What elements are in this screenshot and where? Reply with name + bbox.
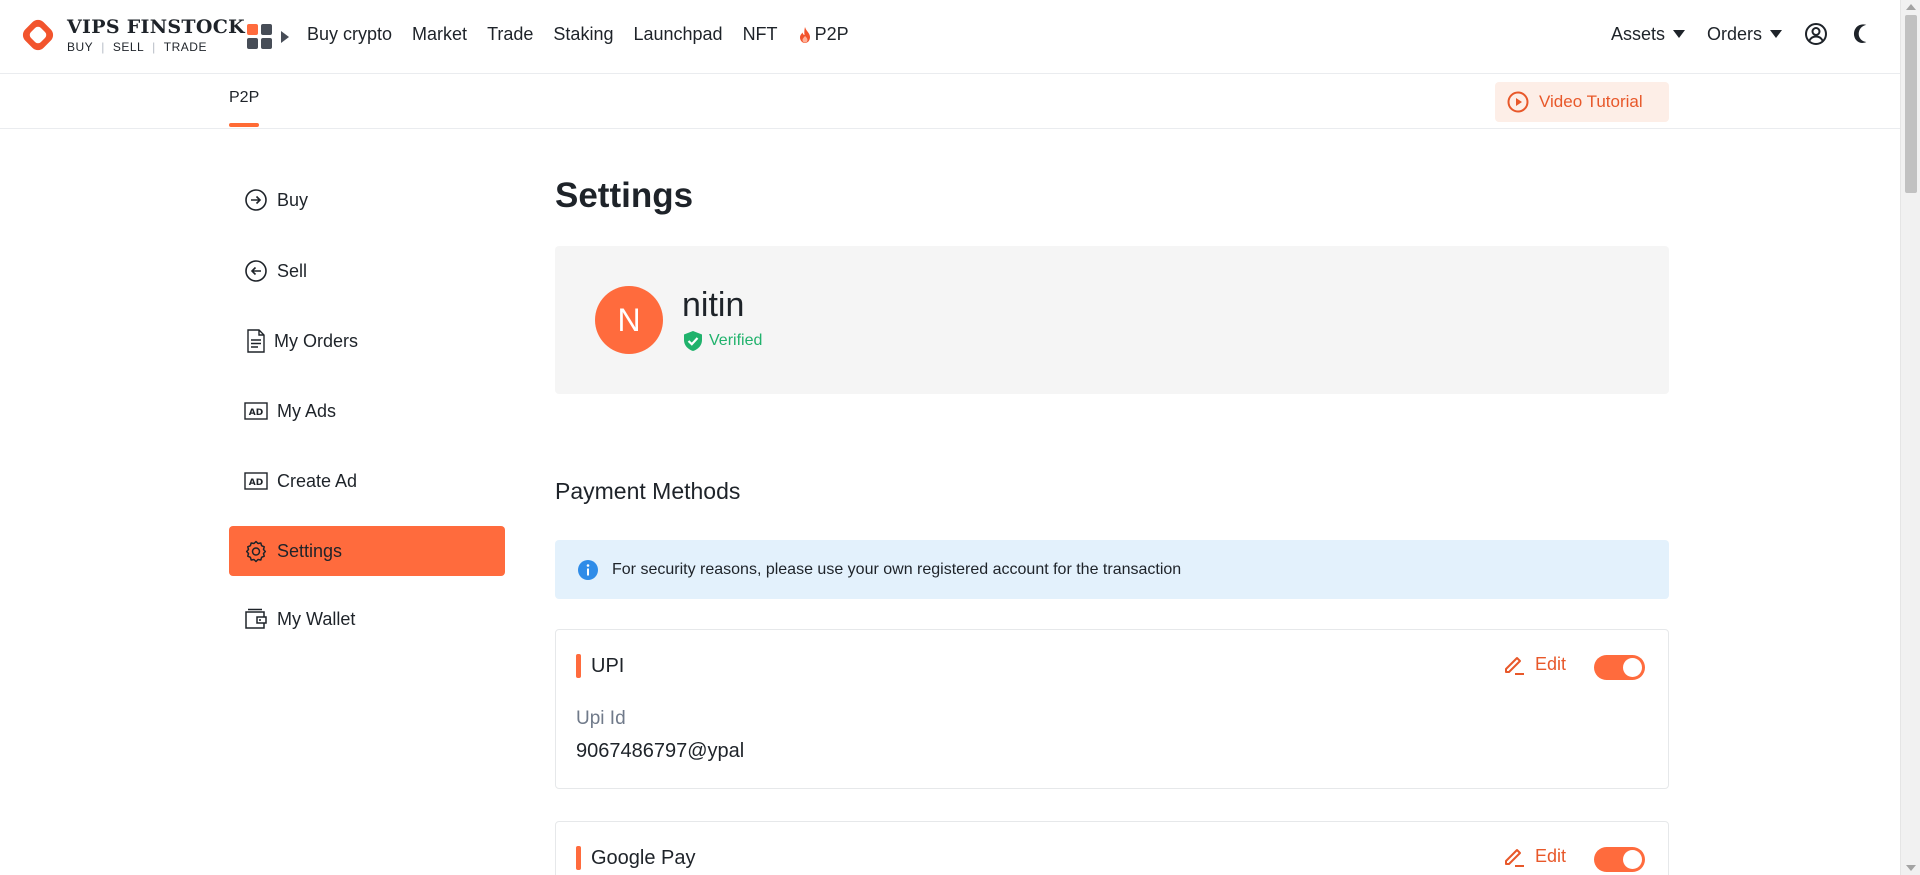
enable-toggle[interactable] bbox=[1594, 655, 1645, 680]
user-circle-icon bbox=[1805, 23, 1827, 45]
field-label: Upi Id bbox=[576, 708, 626, 729]
orders-label: Orders bbox=[1706, 23, 1762, 44]
edit-label: Edit bbox=[1535, 845, 1567, 866]
sidebar-item-my-wallet[interactable]: My Wallet bbox=[229, 594, 505, 644]
nav-p2p-label: P2P bbox=[814, 24, 849, 44]
gear-icon bbox=[244, 539, 268, 563]
sidebar: Buy Sell My Orders AD My Ads AD Create A… bbox=[229, 175, 505, 665]
sub-header: P2P Video Tutorial bbox=[0, 75, 1900, 129]
sidebar-item-label: Settings bbox=[277, 540, 343, 561]
video-tutorial-label: Video Tutorial bbox=[1539, 92, 1643, 111]
top-navigation: VIPS FINSTOCK BUY | SELL | TRADE Buy cry… bbox=[0, 0, 1900, 74]
pencil-icon bbox=[1505, 849, 1524, 867]
caret-down-icon bbox=[1770, 30, 1782, 38]
orders-dropdown[interactable]: Orders bbox=[1707, 24, 1782, 45]
tab-underline bbox=[229, 123, 259, 127]
arrow-left-circle-icon bbox=[244, 259, 268, 283]
svg-text:AD: AD bbox=[249, 478, 263, 488]
tagline-trade: TRADE bbox=[163, 39, 207, 54]
payment-method-card-upi: UPI Edit Upi Id 9067486797@ypal bbox=[555, 629, 1669, 789]
main-content: Settings N nitin Verified Payment Method… bbox=[555, 176, 1669, 875]
username: nitin bbox=[682, 286, 745, 324]
apps-menu-button[interactable] bbox=[247, 24, 291, 50]
profile-card: N nitin Verified bbox=[555, 246, 1669, 394]
scrollbar-thumb[interactable] bbox=[1905, 15, 1917, 193]
pencil-icon bbox=[1505, 657, 1524, 675]
assets-dropdown[interactable]: Assets bbox=[1611, 24, 1685, 45]
sidebar-item-label: My Orders bbox=[274, 330, 359, 351]
sidebar-item-label: My Wallet bbox=[277, 608, 356, 629]
ad-icon: AD bbox=[244, 399, 268, 423]
theme-toggle-button[interactable] bbox=[1850, 23, 1872, 45]
nav-trade[interactable]: Trade bbox=[487, 24, 533, 45]
fire-icon bbox=[799, 26, 810, 43]
sidebar-item-label: Create Ad bbox=[277, 470, 358, 491]
security-notice: For security reasons, please use your ow… bbox=[555, 540, 1669, 599]
wallet-icon bbox=[244, 607, 268, 631]
sidebar-item-my-ads[interactable]: AD My Ads bbox=[229, 386, 505, 436]
moon-icon bbox=[1853, 24, 1867, 43]
edit-label: Edit bbox=[1535, 653, 1567, 674]
sidebar-item-my-orders[interactable]: My Orders bbox=[229, 316, 505, 366]
document-icon bbox=[244, 329, 268, 353]
sidebar-item-create-ad[interactable]: AD Create Ad bbox=[229, 456, 505, 506]
verified-label: Verified bbox=[709, 332, 763, 349]
nav-nft[interactable]: NFT bbox=[743, 24, 778, 45]
sidebar-item-label: My Ads bbox=[277, 400, 337, 421]
ad-icon: AD bbox=[244, 469, 268, 493]
payment-method-card-google-pay: Google Pay Edit bbox=[555, 821, 1669, 875]
video-tutorial-button[interactable]: Video Tutorial bbox=[1495, 82, 1669, 122]
assets-label: Assets bbox=[1610, 23, 1665, 44]
nav-staking[interactable]: Staking bbox=[553, 24, 613, 45]
accent-bar bbox=[576, 846, 581, 870]
verified-badge: Verified bbox=[683, 330, 762, 352]
scroll-up-arrow-icon[interactable] bbox=[1906, 4, 1916, 10]
sidebar-item-label: Sell bbox=[277, 260, 308, 281]
caret-down-icon bbox=[1672, 30, 1685, 38]
enable-toggle[interactable] bbox=[1594, 847, 1645, 872]
edit-button[interactable]: Edit bbox=[1503, 845, 1566, 867]
edit-button[interactable]: Edit bbox=[1503, 653, 1566, 675]
security-notice-text: For security reasons, please use your ow… bbox=[612, 560, 1182, 578]
vertical-scrollbar[interactable] bbox=[1900, 0, 1920, 875]
info-icon bbox=[578, 559, 598, 580]
sidebar-item-sell[interactable]: Sell bbox=[229, 246, 505, 296]
tagline-buy: BUY bbox=[67, 39, 94, 54]
payment-method-name: UPI bbox=[591, 654, 625, 677]
svg-text:AD: AD bbox=[249, 408, 263, 418]
brand-name: VIPS FINSTOCK bbox=[67, 15, 245, 38]
play-circle-icon bbox=[1507, 91, 1529, 113]
scroll-down-arrow-icon[interactable] bbox=[1906, 865, 1916, 871]
nav-buy-crypto[interactable]: Buy crypto bbox=[307, 24, 392, 45]
field-value: 9067486797@ypal bbox=[576, 740, 745, 762]
shield-check-icon bbox=[684, 331, 702, 351]
tagline-sell: SELL bbox=[112, 39, 145, 54]
tab-p2p[interactable]: P2P bbox=[229, 89, 259, 107]
sidebar-item-settings[interactable]: Settings bbox=[229, 526, 505, 576]
sidebar-item-label: Buy bbox=[277, 189, 309, 210]
sidebar-item-buy[interactable]: Buy bbox=[229, 175, 505, 225]
user-account-button[interactable] bbox=[1804, 22, 1828, 46]
accent-bar bbox=[576, 654, 581, 678]
payment-method-name: Google Pay bbox=[591, 846, 696, 869]
brand-logo[interactable]: VIPS FINSTOCK BUY | SELL | TRADE bbox=[19, 16, 245, 54]
logo-mark-icon bbox=[19, 16, 57, 54]
payment-methods-title: Payment Methods bbox=[555, 478, 741, 504]
nav-launchpad[interactable]: Launchpad bbox=[633, 24, 722, 45]
nav-p2p[interactable]: P2P bbox=[798, 24, 849, 45]
triangle-right-icon bbox=[281, 31, 289, 43]
nav-market[interactable]: Market bbox=[412, 24, 467, 45]
page-title: Settings bbox=[555, 176, 694, 215]
avatar: N bbox=[595, 286, 663, 354]
grid-icon bbox=[247, 24, 272, 49]
arrow-right-circle-icon bbox=[244, 188, 268, 212]
